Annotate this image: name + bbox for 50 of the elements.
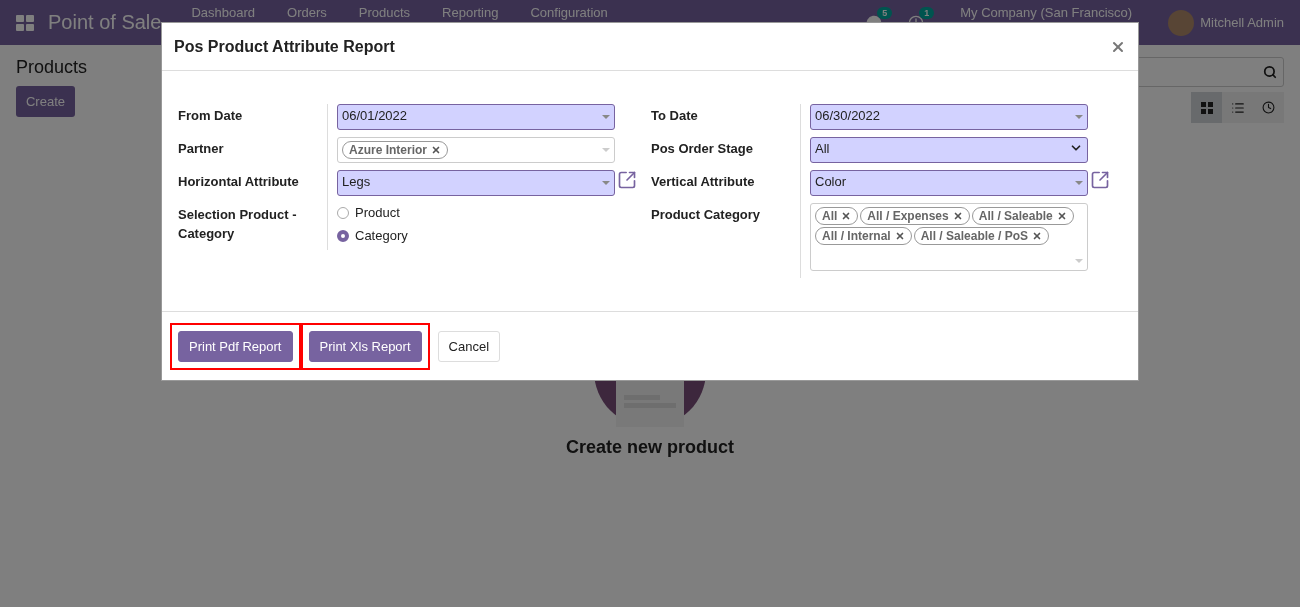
kanban-view-icon [1200, 101, 1213, 114]
dialog-button[interactable]: Print Xls Report [308, 330, 422, 362]
notification-count: 5 [877, 6, 893, 19]
radio-button[interactable] [337, 229, 349, 242]
create-button[interactable]: Create [16, 86, 75, 117]
remove-icon[interactable] [1032, 231, 1043, 241]
field-label: Vertical Attribute [650, 173, 756, 191]
date-field[interactable]: 06/30/2022 [810, 104, 1088, 130]
menu-item[interactable]: Orders [287, 5, 327, 20]
dropdown-field[interactable]: Color [810, 170, 1088, 196]
dialog-button[interactable]: Cancel [437, 330, 500, 362]
remove-icon[interactable] [431, 145, 441, 155]
radio-label: Product [355, 205, 400, 220]
remove-icon[interactable] [1056, 211, 1067, 221]
apps-menu-icon[interactable] [16, 14, 34, 31]
dropdown-field[interactable]: Legs [337, 170, 615, 196]
dialog-title: Pos Product Attribute Report [174, 37, 395, 56]
menu-item[interactable]: Configuration [530, 5, 608, 20]
tags-field[interactable]: Azure Interior [337, 137, 615, 163]
user-name[interactable]: Mitchell Admin [1200, 15, 1284, 30]
field-label: Product Category [650, 206, 762, 224]
radio-button[interactable] [337, 206, 349, 219]
external-link-icon[interactable] [617, 170, 637, 190]
field-label: Horizontal Attribute [177, 173, 300, 191]
remove-icon[interactable] [894, 231, 905, 241]
company-name[interactable]: My Company (San Francisco) [960, 5, 1133, 20]
field-label: Selection Product - Category [177, 206, 298, 243]
dialog-button[interactable]: Print Pdf Report [178, 330, 293, 362]
external-link-icon[interactable] [1090, 170, 1110, 190]
empty-state-title: Create new product [566, 437, 734, 458]
field-label: Partner [177, 140, 225, 158]
remove-icon[interactable] [841, 211, 852, 221]
date-field[interactable]: 06/01/2022 [337, 104, 615, 130]
remove-icon[interactable] [952, 211, 963, 221]
menu-item[interactable]: Products [358, 5, 411, 20]
tags-field[interactable]: All All / Expenses All / Saleable All / Internal All / Saleable / PoS [810, 203, 1088, 271]
notification-count: 1 [919, 6, 935, 19]
field-label: To Date [650, 107, 699, 125]
view-switch-button[interactable] [1191, 92, 1222, 123]
radio-label: Category [355, 228, 408, 243]
select-field[interactable]: All [810, 137, 1088, 163]
field-label: From Date [177, 107, 244, 125]
menu-item[interactable]: Dashboard [191, 5, 256, 20]
page-title: Products [16, 57, 88, 78]
clock-icon [1262, 101, 1275, 114]
field-label: Pos Order Stage [650, 140, 754, 158]
app-name: Point of Sale [48, 11, 162, 34]
search-icon[interactable] [1263, 65, 1277, 79]
menu-item[interactable]: Reporting [442, 5, 499, 20]
list-view-icon [1230, 100, 1245, 115]
